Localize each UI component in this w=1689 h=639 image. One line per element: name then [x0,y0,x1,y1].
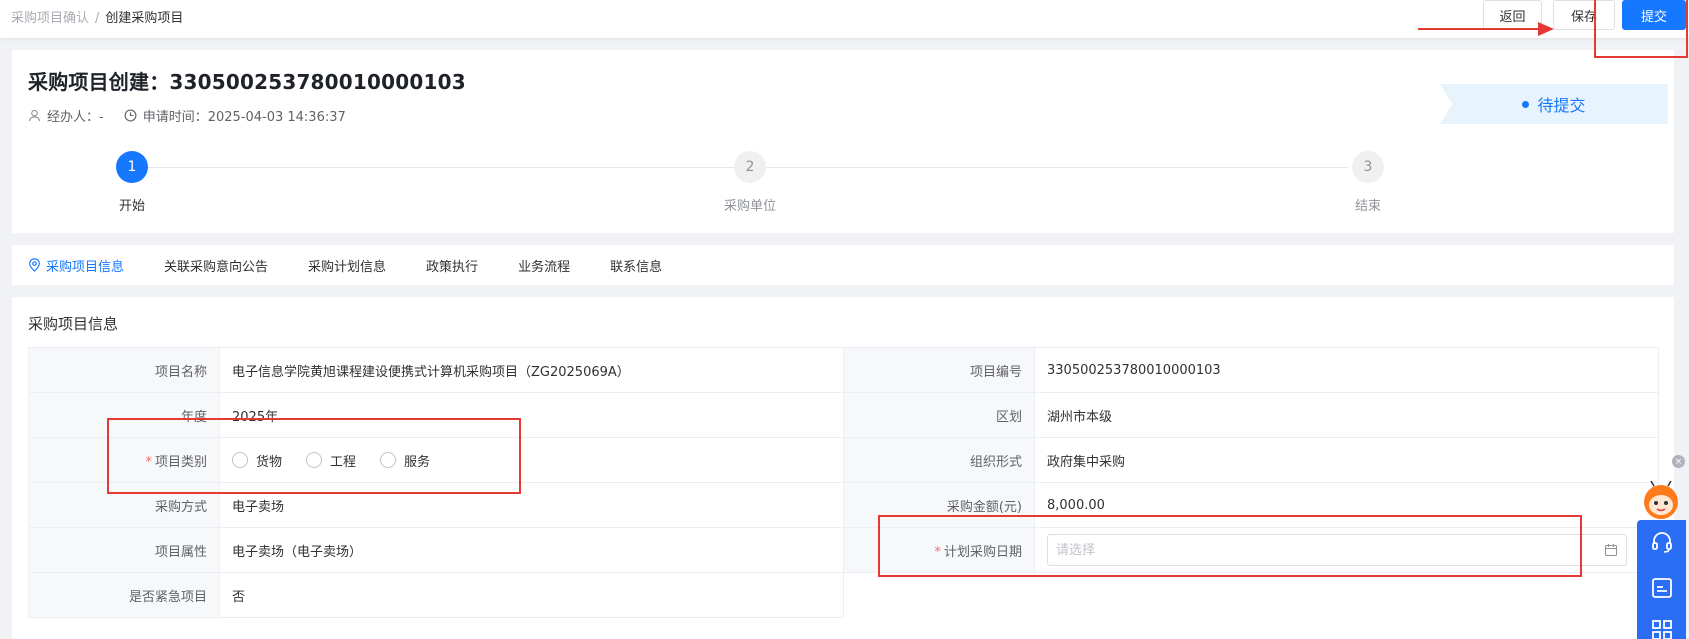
step-start: 1 开始 [92,146,172,214]
page-title: 采购项目创建：330500253780010000103 [28,70,466,94]
category-radio-group: 货物 工程 服务 [232,451,831,470]
status-dot-icon [1522,100,1530,108]
empty-cell [843,572,1035,618]
org-form-value: 政府集中采购 [1034,437,1659,483]
handler-info: 经办人：- [28,106,104,125]
handler-text: 经办人：- [47,110,104,125]
step-end: 3 结束 [1328,146,1408,214]
tab-contact[interactable]: 联系信息 [610,256,662,275]
project-info-card: 采购项目信息 项目名称 电子信息学院黄旭课程建设便携式计算机采购项目（ZG202… [12,297,1674,639]
annotation-arrow [1418,22,1554,36]
tab-plan-info[interactable]: 采购计划信息 [308,256,386,275]
close-icon[interactable]: × [1672,455,1685,468]
radio-circle-icon[interactable] [306,452,323,468]
table-row: 项目属性 电子卖场（电子卖场） * 计划采购日期 [28,527,1659,573]
year-value: 2025年 [219,392,844,438]
tab-label: 采购项目信息 [46,259,125,275]
user-icon [28,109,41,122]
submit-button[interactable]: 提交 [1622,0,1686,30]
save-button[interactable]: 保存 [1553,0,1615,30]
step-label: 开始 [118,199,145,214]
grid-icon[interactable] [1650,618,1674,639]
tab-intention-notice[interactable]: 关联采购意向公告 [164,256,268,275]
district-label: 区划 [843,392,1035,438]
project-no-value: 330500253780010000103 [1034,347,1659,393]
anchor-tabs: 采购项目信息 关联采购意向公告 采购计划信息 政策执行 业务流程 联系信息 [12,245,1674,285]
status-badge: 待提交 [1440,84,1668,124]
floating-tool-bar [1637,520,1686,639]
year-label: 年度 [28,392,220,438]
project-name-value: 电子信息学院黄旭课程建设便携式计算机采购项目（ZG2025069A） [219,347,844,393]
method-label: 采购方式 [28,482,220,528]
table-row: 年度 2025年 区划 湖州市本级 [28,392,1659,438]
radio-label: 服务 [404,454,431,470]
urgent-value: 否 [219,572,844,618]
table-row: 采购方式 电子卖场 采购金额(元) 8,000.00 [28,482,1659,528]
radio-label: 货物 [256,454,283,470]
tab-project-info[interactable]: 采购项目信息 [28,256,124,275]
step-purchaser: 2 采购单位 [710,146,790,214]
breadcrumb: 采购项目确认 / 创建采购项目 [11,7,183,26]
status-text: 待提交 [1537,96,1586,115]
project-no-label: 项目编号 [843,347,1035,393]
plan-date-picker[interactable] [1047,534,1627,566]
screen-icon[interactable] [1650,576,1674,600]
attribute-value: 电子卖场（电子卖场） [219,527,844,573]
breadcrumb-current: 创建采购项目 [105,11,184,26]
required-mark: * [934,544,941,560]
progress-steps: 1 开始 2 采购单位 3 结束 [12,146,1674,216]
calendar-icon[interactable] [1604,543,1618,557]
plan-date-label: * 计划采购日期 [843,527,1035,573]
step-number: 1 [116,151,148,183]
required-mark: * [145,454,152,470]
category-label-text: 项目类别 [154,454,207,470]
plan-date-label-text: 计划采购日期 [943,544,1022,560]
table-row: 是否紧急项目 否 [28,572,1659,618]
headset-icon[interactable] [1650,530,1674,554]
step-label: 结束 [1354,199,1381,214]
project-name-label: 项目名称 [28,347,220,393]
breadcrumb-parent-link[interactable]: 采购项目确认 [11,11,89,26]
tab-policy[interactable]: 政策执行 [426,256,478,275]
step-label: 采购单位 [723,199,776,214]
category-radio-goods[interactable]: 货物 [232,451,282,470]
district-value: 湖州市本级 [1034,392,1659,438]
table-row: 项目名称 电子信息学院黄旭课程建设便携式计算机采购项目（ZG2025069A） … [28,347,1659,393]
breadcrumb-separator: / [95,11,100,26]
urgent-label: 是否紧急项目 [28,572,220,618]
apply-time-info: 申请时间：2025-04-03 14:36:37 [124,106,346,125]
category-radio-service[interactable]: 服务 [380,451,430,470]
category-radio-cell: 货物 工程 服务 [219,437,844,483]
tab-workflow[interactable]: 业务流程 [518,256,570,275]
radio-circle-icon[interactable] [232,452,248,468]
attribute-label: 项目属性 [28,527,220,573]
plan-date-input[interactable] [1056,542,1586,558]
radio-label: 工程 [330,454,357,470]
section-title: 采购项目信息 [28,315,119,333]
clock-icon [124,109,137,122]
plan-date-cell [1034,527,1659,573]
org-form-label: 组织形式 [843,437,1035,483]
empty-cell [1034,572,1659,618]
project-header-card: 采购项目创建：330500253780010000103 经办人：- 申请时间：… [12,50,1674,233]
project-info-table: 项目名称 电子信息学院黄旭课程建设便携式计算机采购项目（ZG2025069A） … [28,347,1659,618]
step-number: 3 [1352,151,1384,183]
meta-row: 经办人：- 申请时间：2025-04-03 14:36:37 [28,106,366,125]
category-label: * 项目类别 [28,437,220,483]
category-radio-engineering[interactable]: 工程 [306,451,356,470]
method-value: 电子卖场 [219,482,844,528]
apply-time-text: 申请时间：2025-04-03 14:36:37 [142,110,346,125]
mascot-icon[interactable] [1641,480,1681,522]
table-row: * 项目类别 货物 工程 服务 组织形式 政府集中采购 [28,437,1659,483]
amount-value: 8,000.00 [1034,482,1659,528]
step-number: 2 [734,151,766,183]
amount-label: 采购金额(元) [843,482,1035,528]
radio-circle-icon[interactable] [380,452,397,468]
location-pin-icon [29,258,40,272]
